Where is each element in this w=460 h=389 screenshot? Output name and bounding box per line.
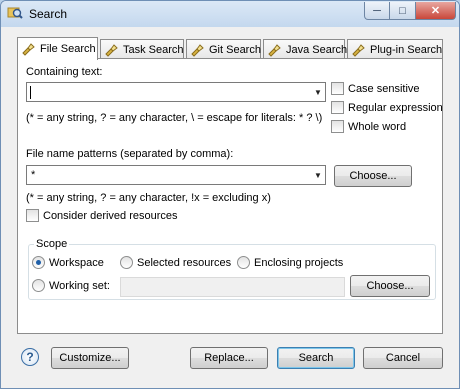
containing-text-combo[interactable]: ▼ (26, 82, 326, 102)
scope-workspace-label: Workspace (49, 256, 104, 269)
whole-word-label: Whole word (348, 120, 407, 133)
tab-label: File Search (40, 43, 96, 55)
tab-file-search[interactable]: File Search (17, 37, 98, 60)
cancel-button[interactable]: Cancel (363, 347, 443, 369)
title-bar[interactable]: Search ─ □ ✕ (1, 1, 459, 27)
file-search-panel: Containing text: ▼ Case sensitive Regula… (17, 58, 443, 334)
radio-unselected[interactable] (237, 256, 250, 269)
scope-enclosing-projects-label: Enclosing projects (254, 256, 344, 269)
search-dialog: Search ─ □ ✕ File Search Task Search Git… (0, 0, 460, 389)
radio-selected[interactable] (32, 256, 45, 269)
flashlight-icon (268, 43, 281, 57)
tab-git-search[interactable]: Git Search (186, 39, 261, 59)
tab-label: Task Search (123, 43, 184, 56)
scope-workspace-radio[interactable]: Workspace (32, 256, 104, 269)
file-patterns-combo[interactable]: * ▼ (26, 165, 326, 185)
flashlight-icon (22, 43, 35, 56)
customize-button[interactable]: Customize... (51, 347, 129, 369)
text-caret (30, 85, 31, 99)
radio-unselected[interactable] (120, 256, 133, 269)
checkbox-box[interactable] (331, 101, 344, 114)
patterns-hint: (* = any string, ? = any character, !x =… (26, 192, 271, 204)
containing-hint: (* = any string, ? = any character, \ = … (26, 112, 323, 124)
maximize-button[interactable]: □ (390, 2, 416, 20)
regular-expression-label: Regular expression (348, 101, 443, 114)
window-title: Search (29, 7, 68, 21)
file-patterns-label: File name patterns (separated by comma): (26, 148, 234, 160)
tab-label: Git Search (209, 43, 261, 56)
consider-derived-checkbox[interactable]: Consider derived resources (26, 209, 178, 222)
minimize-button[interactable]: ─ (364, 2, 390, 20)
scope-working-set-radio[interactable]: Working set: (32, 279, 110, 292)
scope-selected-resources-radio[interactable]: Selected resources (120, 256, 231, 269)
working-set-field (120, 277, 345, 297)
search-button[interactable]: Search (277, 347, 355, 369)
whole-word-checkbox[interactable]: Whole word (331, 120, 406, 133)
scope-title: Scope (34, 238, 70, 250)
regular-expression-checkbox[interactable]: Regular expression (331, 101, 443, 114)
minimize-icon: ─ (373, 4, 381, 17)
chevron-down-icon[interactable]: ▼ (311, 83, 325, 101)
close-button[interactable]: ✕ (416, 2, 456, 20)
checkbox-box[interactable] (331, 120, 344, 133)
scope-selected-resources-label: Selected resources (137, 256, 232, 269)
scope-enclosing-projects-radio[interactable]: Enclosing projects (237, 256, 343, 269)
case-sensitive-checkbox[interactable]: Case sensitive (331, 82, 420, 95)
close-icon: ✕ (430, 5, 441, 17)
tab-label: Plug-in Search (370, 43, 443, 56)
consider-derived-label: Consider derived resources (43, 209, 178, 222)
radio-unselected[interactable] (32, 279, 45, 292)
checkbox-box[interactable] (26, 209, 39, 222)
tab-task-search[interactable]: Task Search (100, 39, 184, 59)
choose-working-set-button[interactable]: Choose... (350, 275, 430, 297)
chevron-down-icon[interactable]: ▼ (311, 166, 325, 184)
checkbox-box[interactable] (331, 82, 344, 95)
tab-java-search[interactable]: Java Search (263, 39, 348, 59)
flashlight-icon (352, 43, 365, 57)
case-sensitive-label: Case sensitive (348, 82, 420, 95)
tab-plugin-search[interactable]: Plug-in Search (347, 39, 443, 59)
maximize-icon: □ (399, 4, 406, 17)
scope-working-set-label: Working set: (49, 279, 110, 292)
tab-label: Java Search (286, 43, 348, 56)
flashlight-icon (105, 43, 118, 57)
choose-patterns-button[interactable]: Choose... (334, 165, 412, 187)
file-patterns-value: * (31, 169, 36, 181)
containing-text-label: Containing text: (26, 66, 103, 78)
replace-button[interactable]: Replace... (190, 347, 268, 369)
help-icon[interactable]: ? (21, 348, 39, 366)
search-icon (7, 5, 23, 21)
flashlight-icon (191, 43, 204, 57)
